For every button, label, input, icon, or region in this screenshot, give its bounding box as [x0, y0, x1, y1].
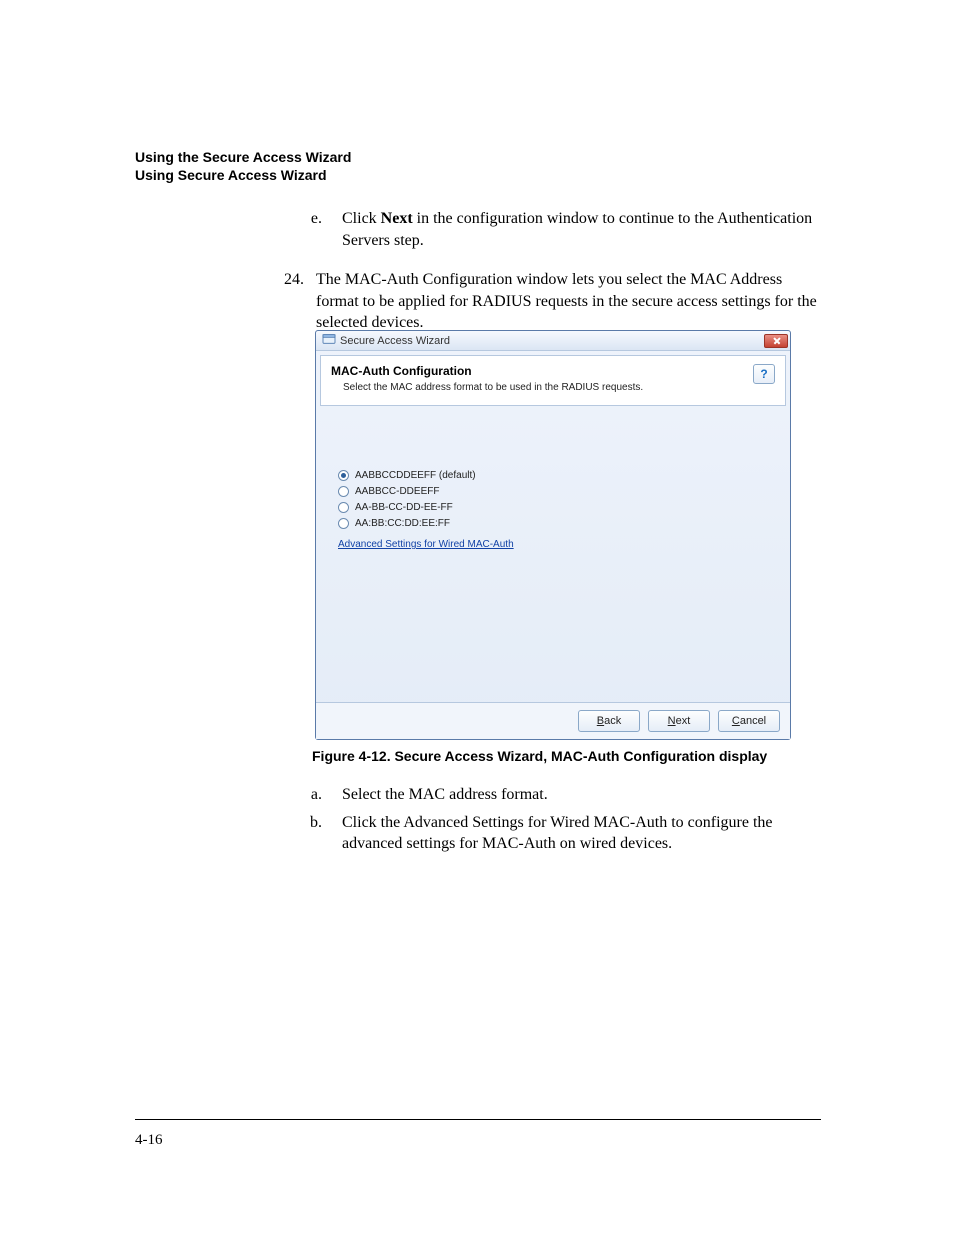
step-b: b. Click the Advanced Settings for Wired… — [300, 812, 818, 855]
dialog-panel-subtitle: Select the MAC address format to be used… — [331, 382, 643, 393]
footer-rule — [135, 1119, 821, 1120]
step-e-marker: e. — [300, 208, 322, 251]
radio-icon — [338, 518, 349, 529]
radio-label: AABBCCDDEEFF (default) — [355, 470, 476, 481]
dialog-body: AABBCCDDEEFF (default) AABBCC-DDEEFF AA-… — [316, 410, 790, 702]
dialog-panel-title: MAC-Auth Configuration — [331, 364, 643, 378]
cancel-button[interactable]: Cancel — [718, 710, 780, 732]
step-a: a. Select the MAC address format. — [300, 784, 818, 806]
radio-icon — [338, 486, 349, 497]
radio-label: AA:BB:CC:DD:EE:FF — [355, 518, 450, 529]
page-header-line1: Using the Secure Access Wizard — [135, 148, 351, 166]
help-button[interactable]: ? — [753, 364, 775, 384]
dialog-titlebar: Secure Access Wizard — [316, 331, 790, 351]
help-icon: ? — [760, 367, 767, 381]
step-e-bold: Next — [381, 210, 413, 227]
step-b-marker: b. — [300, 812, 322, 855]
step-b-body: Click the Advanced Settings for Wired MA… — [342, 812, 818, 855]
radio-label: AA-BB-CC-DD-EE-FF — [355, 502, 453, 513]
radio-label: AABBCC-DDEEFF — [355, 486, 439, 497]
radio-icon — [338, 502, 349, 513]
next-button[interactable]: Next — [648, 710, 710, 732]
figure-caption: Figure 4-12. Secure Access Wizard, MAC-A… — [312, 748, 767, 764]
radio-option-2[interactable]: AA-BB-CC-DD-EE-FF — [338, 502, 778, 513]
advanced-settings-link[interactable]: Advanced Settings for Wired MAC-Auth — [338, 539, 514, 550]
radio-icon — [338, 470, 349, 481]
step-24: 24. The MAC-Auth Configuration window le… — [276, 269, 818, 334]
titlebar-left: Secure Access Wizard — [322, 333, 450, 348]
step-24-body: The MAC-Auth Configuration window lets y… — [316, 269, 818, 334]
step-e-prefix: Click — [342, 210, 381, 227]
dialog-button-bar: Back Next Cancel — [316, 702, 790, 739]
step-a-body: Select the MAC address format. — [342, 784, 548, 806]
page-header-line2: Using Secure Access Wizard — [135, 166, 351, 184]
page-number: 4-16 — [135, 1132, 163, 1149]
radio-option-3[interactable]: AA:BB:CC:DD:EE:FF — [338, 518, 778, 529]
step-e-suffix: in the configuration window to continue … — [342, 210, 812, 249]
step-e-body: Click Next in the configuration window t… — [342, 208, 818, 251]
step-a-marker: a. — [300, 784, 322, 806]
back-button[interactable]: Back — [578, 710, 640, 732]
wizard-icon — [322, 333, 336, 348]
figure-dialog-wrap: Secure Access Wizard MAC-Auth Configurat… — [315, 330, 791, 740]
step-24-marker: 24. — [276, 269, 304, 334]
page-header: Using the Secure Access Wizard Using Sec… — [135, 148, 351, 184]
step-e: e. Click Next in the configuration windo… — [300, 208, 818, 251]
dialog-header-panel: MAC-Auth Configuration Select the MAC ad… — [320, 355, 786, 406]
dialog-title: Secure Access Wizard — [340, 335, 450, 347]
radio-option-0[interactable]: AABBCCDDEEFF (default) — [338, 470, 778, 481]
close-button[interactable] — [764, 334, 788, 348]
secure-access-wizard-dialog: Secure Access Wizard MAC-Auth Configurat… — [315, 330, 791, 740]
radio-option-1[interactable]: AABBCC-DDEEFF — [338, 486, 778, 497]
